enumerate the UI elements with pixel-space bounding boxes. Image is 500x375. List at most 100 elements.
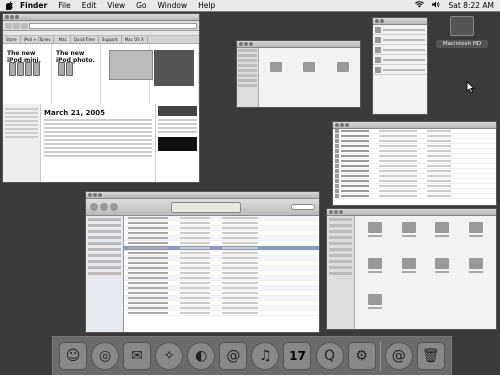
internet-connect-icon[interactable]: @ bbox=[384, 342, 413, 370]
menu-edit[interactable]: Edit bbox=[82, 0, 97, 12]
folder-item[interactable] bbox=[393, 258, 425, 288]
ichat-title-bar[interactable] bbox=[373, 18, 427, 25]
list-item[interactable] bbox=[333, 194, 496, 199]
folder-item[interactable] bbox=[393, 222, 425, 252]
minimize-button[interactable] bbox=[334, 210, 338, 214]
buddy-row[interactable] bbox=[373, 65, 427, 75]
folder-icon[interactable] bbox=[303, 62, 316, 72]
tab-store[interactable]: Store bbox=[3, 36, 21, 43]
finder-window-small[interactable] bbox=[236, 40, 361, 108]
minimize-button[interactable] bbox=[340, 123, 344, 127]
folder-item[interactable] bbox=[460, 258, 492, 288]
close-button[interactable] bbox=[335, 123, 339, 127]
volume-icon[interactable] bbox=[432, 0, 440, 12]
minimize-button[interactable] bbox=[93, 193, 97, 197]
zoom-button[interactable] bbox=[98, 193, 102, 197]
finder-title-bar[interactable] bbox=[333, 122, 496, 129]
zoom-button[interactable] bbox=[339, 210, 343, 214]
menu-file[interactable]: File bbox=[58, 0, 71, 12]
safari-title-bar[interactable] bbox=[3, 14, 199, 21]
forward-button[interactable] bbox=[13, 22, 20, 29]
wifi-icon[interactable] bbox=[415, 0, 425, 12]
promo-image bbox=[154, 50, 194, 86]
menu-clock[interactable]: Sat 8:22 AM bbox=[448, 0, 494, 12]
dotmac-banner[interactable] bbox=[158, 106, 197, 116]
finder-sidebar bbox=[237, 48, 259, 107]
folder-item[interactable] bbox=[460, 222, 492, 252]
tab-support[interactable]: Support bbox=[99, 36, 122, 43]
menu-window[interactable]: Window bbox=[158, 0, 188, 12]
folder-icon[interactable] bbox=[269, 62, 282, 72]
next-track-icon[interactable] bbox=[110, 203, 118, 211]
buddy-row[interactable] bbox=[373, 55, 427, 65]
folder-item[interactable] bbox=[427, 222, 459, 252]
itunes-window[interactable] bbox=[85, 191, 320, 333]
finder-title-bar[interactable] bbox=[237, 41, 360, 48]
avatar bbox=[375, 26, 381, 33]
mac-mini-image bbox=[109, 50, 153, 80]
table-row[interactable] bbox=[124, 311, 319, 316]
mouse-pointer-icon bbox=[466, 78, 476, 94]
finder-title-bar[interactable] bbox=[327, 209, 496, 216]
minimize-button[interactable] bbox=[380, 19, 384, 23]
menu-finder[interactable]: Finder bbox=[20, 0, 47, 12]
minimize-button[interactable] bbox=[10, 15, 14, 19]
zoom-button[interactable] bbox=[345, 123, 349, 127]
tab-quicktime[interactable]: QuickTime bbox=[71, 36, 99, 43]
trash-icon[interactable]: 🗑 bbox=[416, 342, 445, 370]
buddy-row[interactable] bbox=[373, 45, 427, 55]
folder-item[interactable] bbox=[359, 258, 391, 288]
zoom-button[interactable] bbox=[15, 15, 19, 19]
buddy-row[interactable] bbox=[373, 25, 427, 35]
folder-item[interactable] bbox=[427, 258, 459, 288]
previous-track-icon[interactable] bbox=[90, 203, 98, 211]
ichat-buddy-list[interactable] bbox=[372, 17, 428, 115]
minimize-button[interactable] bbox=[244, 42, 248, 46]
play-icon[interactable] bbox=[100, 203, 108, 211]
hero-promo[interactable] bbox=[150, 44, 199, 104]
address-book-icon[interactable]: @ bbox=[219, 342, 248, 370]
tab-mac-os-x[interactable]: Mac OS X bbox=[122, 36, 148, 43]
finder-list-window[interactable] bbox=[332, 121, 497, 206]
tab-ipod-itunes[interactable]: iPod + iTunes bbox=[21, 36, 55, 43]
hero-ipod-mini[interactable]: The new iPod mini. bbox=[3, 44, 52, 104]
folder-icon bbox=[367, 294, 382, 305]
menu-help[interactable]: Help bbox=[198, 0, 215, 12]
mail-icon[interactable]: ✉ bbox=[123, 342, 152, 370]
folder-item[interactable] bbox=[359, 294, 391, 324]
back-button[interactable] bbox=[5, 22, 12, 29]
close-button[interactable] bbox=[5, 15, 9, 19]
avatar bbox=[375, 46, 381, 53]
folder-item[interactable] bbox=[359, 222, 391, 252]
quicktime-icon[interactable]: Q bbox=[315, 342, 344, 370]
buddy-row[interactable] bbox=[373, 35, 427, 45]
hero-ipod-photo[interactable]: The new iPod photo. bbox=[52, 44, 101, 104]
close-button[interactable] bbox=[375, 19, 379, 23]
zoom-button[interactable] bbox=[249, 42, 253, 46]
macintosh-hd[interactable]: Macintosh HD bbox=[436, 16, 488, 56]
close-button[interactable] bbox=[329, 210, 333, 214]
finder-home-window[interactable] bbox=[326, 208, 497, 330]
itunes-title-bar[interactable] bbox=[86, 192, 319, 199]
safari-icon[interactable]: ✧ bbox=[155, 342, 184, 370]
address-field[interactable] bbox=[29, 22, 197, 29]
hot-news-sidebar bbox=[3, 104, 41, 182]
menu-go[interactable]: Go bbox=[136, 0, 146, 12]
dashboard-icon[interactable]: ◎ bbox=[91, 342, 120, 370]
tab-dotmac[interactable]: .Mac bbox=[54, 36, 71, 43]
close-button[interactable] bbox=[239, 42, 243, 46]
apple-menu-icon[interactable] bbox=[5, 1, 14, 11]
safari-window[interactable]: Store iPod + iTunes .Mac QuickTime Suppo… bbox=[2, 13, 200, 183]
close-button[interactable] bbox=[88, 193, 92, 197]
finder-icon[interactable]: ☺ bbox=[59, 342, 88, 370]
menu-view[interactable]: View bbox=[107, 0, 125, 12]
ichat-icon[interactable]: ◐ bbox=[187, 342, 216, 370]
system-preferences-icon[interactable]: ⚙ bbox=[347, 342, 376, 370]
hero-mac-mini[interactable] bbox=[101, 44, 153, 104]
ical-icon[interactable]: 17 bbox=[283, 342, 312, 370]
promo-ad[interactable] bbox=[158, 137, 197, 151]
folder-icon[interactable] bbox=[337, 62, 350, 72]
reload-button[interactable] bbox=[21, 22, 28, 29]
itunes-icon[interactable]: ♫ bbox=[251, 342, 280, 370]
search-field[interactable] bbox=[291, 204, 315, 210]
